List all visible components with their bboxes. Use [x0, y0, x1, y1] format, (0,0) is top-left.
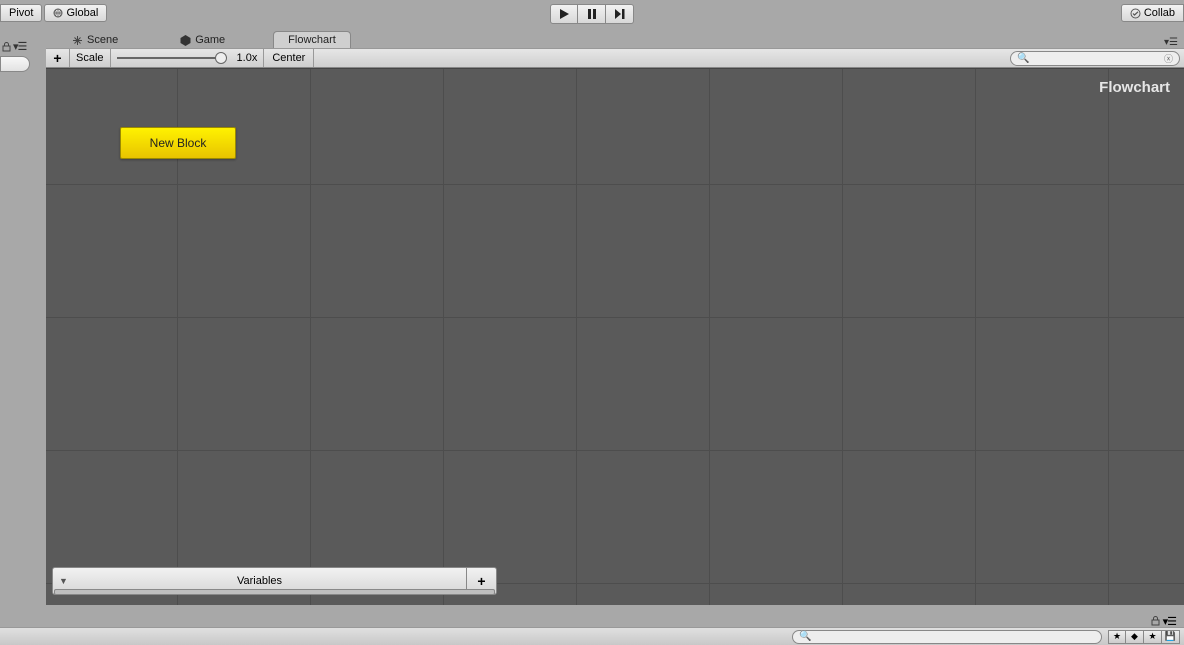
label-icon: ★ — [1148, 631, 1156, 642]
filter-favorites-button[interactable]: ★ — [1108, 630, 1126, 644]
star-icon: ★ — [1113, 631, 1121, 642]
slider-thumb[interactable] — [215, 52, 227, 64]
tab-scene[interactable]: Scene — [58, 32, 132, 48]
panel-dropdown-stub[interactable] — [0, 56, 30, 72]
center-label: Center — [272, 52, 305, 64]
clear-search-icon[interactable]: ⓧ — [1164, 52, 1173, 65]
flowchart-search[interactable]: 🔍 ⓧ — [1010, 51, 1180, 66]
scale-slider[interactable] — [111, 49, 231, 67]
filter-label-button[interactable]: ★ — [1144, 630, 1162, 644]
panel-lock-row: ▾☰ — [2, 40, 26, 53]
tab-options-icon[interactable]: ▾☰ — [1164, 37, 1178, 48]
project-search[interactable]: 🔍 — [792, 630, 1102, 644]
step-button[interactable] — [606, 4, 634, 24]
chevron-down-icon: ▼ — [59, 576, 68, 586]
pivot-label: Pivot — [9, 7, 33, 19]
tool-handle-group: Pivot Global — [0, 4, 107, 22]
global-label: Global — [66, 7, 98, 19]
editor-tabs: Scene Game Flowchart ▾☰ — [46, 30, 1184, 48]
hierarchy-panel-strip: ▾☰ — [0, 28, 46, 615]
filter-type-button[interactable]: ◆ — [1126, 630, 1144, 644]
lock-icon[interactable] — [2, 42, 11, 52]
project-toolbar: 🔍 ★ ◆ ★ 💾 — [0, 627, 1184, 645]
pivot-button[interactable]: Pivot — [0, 4, 42, 22]
scene-icon — [72, 35, 83, 46]
collab-button[interactable]: Collab — [1121, 4, 1184, 22]
variables-scrollbar[interactable] — [54, 589, 495, 595]
lock-icon[interactable] — [1151, 616, 1160, 626]
search-icon: 🔍 — [1017, 53, 1029, 64]
center-button[interactable]: Center — [264, 49, 314, 67]
add-block-button[interactable]: + — [46, 49, 70, 67]
slider-track — [117, 57, 225, 59]
playback-controls — [550, 4, 634, 24]
tab-scene-label: Scene — [87, 34, 118, 46]
scale-value: 1.0x — [231, 49, 265, 67]
plus-icon: + — [477, 573, 485, 589]
global-button[interactable]: Global — [44, 4, 107, 22]
flowchart-canvas[interactable]: Flowchart New Block ▼ Variables + — [46, 68, 1184, 605]
search-icon: 🔍 — [799, 631, 811, 642]
globe-icon — [53, 8, 63, 18]
check-circle-icon — [1130, 8, 1141, 19]
flowchart-toolbar: + Scale 1.0x Center 🔍 ⓧ — [46, 48, 1184, 68]
filter-buttons: ★ ◆ ★ 💾 — [1108, 630, 1180, 644]
variables-label: Variables — [237, 575, 282, 587]
plus-icon: + — [53, 50, 61, 66]
tag-icon: ◆ — [1131, 631, 1138, 642]
canvas-title: Flowchart — [1099, 79, 1170, 96]
tab-flowchart[interactable]: Flowchart — [273, 31, 351, 48]
save-icon: 💾 — [1165, 631, 1176, 642]
flowchart-block[interactable]: New Block — [120, 127, 236, 159]
tab-game-label: Game — [195, 34, 225, 46]
variables-panel: ▼ Variables + — [52, 567, 497, 595]
panel-menu-icon[interactable]: ▾☰ — [13, 40, 26, 53]
tab-flowchart-label: Flowchart — [288, 34, 336, 46]
main-toolbar: Pivot Global Collab — [0, 0, 1184, 28]
block-label: New Block — [150, 136, 207, 150]
pause-button[interactable] — [578, 4, 606, 24]
tab-game[interactable]: Game — [166, 32, 239, 48]
panel-menu-icon[interactable]: ▾☰ — [1163, 615, 1176, 628]
save-search-button[interactable]: 💾 — [1162, 630, 1180, 644]
panel-lock-row-2: ▾☰ — [1151, 615, 1176, 628]
game-icon — [180, 35, 191, 46]
collab-label: Collab — [1144, 7, 1175, 19]
play-button[interactable] — [550, 4, 578, 24]
scale-label: Scale — [70, 49, 111, 67]
